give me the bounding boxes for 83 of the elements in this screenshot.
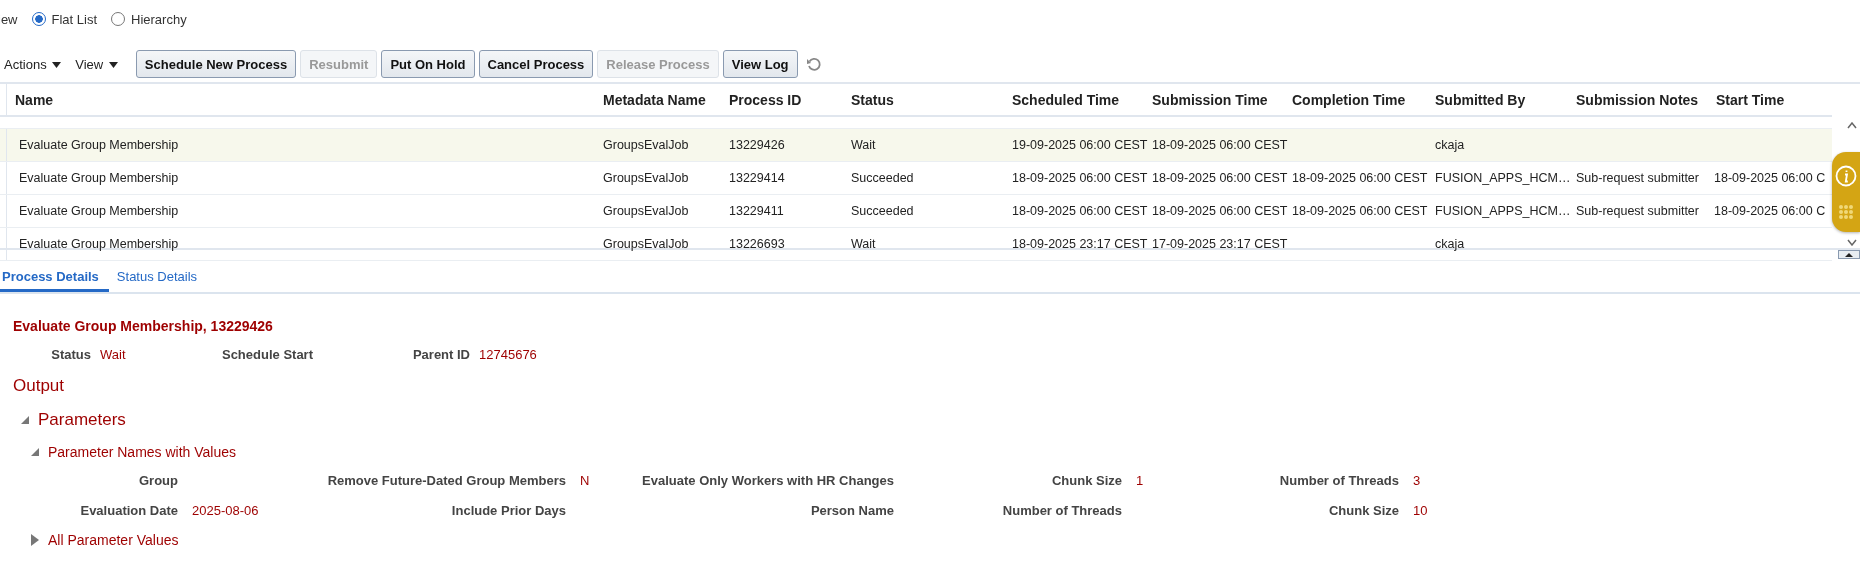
table-cell: 13229414	[729, 171, 785, 185]
table-row[interactable]: Evaluate Group Membership GroupsEvalJob 13226693 Wait 18-09-2025 23:17 CEST 17-09-2025 23:17 CEST ckaja	[0, 228, 1832, 261]
table-cell: FUSION_APPS_HCM…	[1435, 171, 1571, 185]
column-header[interactable]: Submitted By	[1427, 91, 1568, 108]
table-cell: Succeeded	[851, 171, 914, 185]
table-cell: 13226693	[729, 237, 785, 251]
parameter-label: Chunk Size	[1327, 503, 1399, 518]
table-cell: Sub-request submitter	[1576, 204, 1699, 218]
toolbar-button[interactable]: View Log	[722, 50, 798, 78]
table-cell: GroupsEvalJob	[603, 204, 689, 218]
table-cell: 18-09-2025 06:00 CEST	[1152, 138, 1288, 152]
parameter-value: 3	[1413, 473, 1421, 488]
table-cell: Succeeded	[851, 204, 914, 218]
parameter-label: Chunk Size	[1050, 473, 1122, 488]
table-cell: Sub-request submitter	[1576, 171, 1699, 185]
table-cell: 13229426	[729, 138, 785, 152]
parameter-value: 1	[1136, 473, 1144, 488]
table-cell: Evaluate Group Membership	[19, 204, 179, 218]
table-row[interactable]: Evaluate Group Membership GroupsEvalJob 13229426 Wait 19-09-2025 06:00 CEST 18-09-2025 06:00 CEST ckaja	[0, 129, 1832, 162]
parameter-label: Group	[138, 473, 178, 488]
table-row[interactable]: Evaluate Group Membership GroupsEvalJob 13229414 Succeeded 18-09-2025 06:00 CEST 18-09-2025 06:00 CEST 18-09-2025 06:00 CEST FUSION_APPS_HCM… Sub-request submitter 18-09-2025 06:00 C	[0, 162, 1832, 195]
table-cell: 17-09-2025 23:17 CEST	[1152, 237, 1288, 251]
field-value: 12745676	[479, 347, 537, 362]
section-heading: Output	[13, 376, 66, 396]
table-cell: 13229411	[729, 204, 784, 218]
parameter-value: 10	[1413, 503, 1428, 518]
table-row[interactable]: Evaluate Group Membership GroupsEvalJob 13229411 Succeeded 18-09-2025 06:00 CEST 18-09-2025 06:00 CEST 18-09-2025 06:00 CEST FUSION_APPS_HCM… Sub-request submitter 18-09-2025 06:00 C	[0, 195, 1832, 228]
parameter-label: Include Prior Days	[450, 503, 566, 518]
table-cell: 18-09-2025 06:00 C	[1714, 204, 1826, 218]
tab[interactable]: Process Details	[0, 263, 109, 292]
section-heading[interactable]: Parameters	[38, 410, 126, 430]
table-cell: 18-09-2025 06:00 CEST	[1012, 204, 1148, 218]
table-cell: 18-09-2025 06:00 CEST	[1292, 171, 1428, 185]
parameter-label: Number of Threads	[1001, 503, 1122, 518]
toolbar-button[interactable]: Cancel Process	[478, 50, 594, 78]
table-cell: FUSION_APPS_HCM…	[1435, 204, 1571, 218]
toolbar-button[interactable]: Put On Hold	[381, 50, 475, 78]
table-cell: ckaja	[1435, 138, 1465, 152]
table-cell: 18-09-2025 06:00 CEST	[1152, 171, 1288, 185]
parameter-label: Person Name	[809, 503, 894, 518]
column-header[interactable]: Start Time	[1708, 91, 1822, 108]
table-cell: 18-09-2025 06:00 CEST	[1012, 171, 1148, 185]
table-cell: 18-09-2025 06:00 CEST	[1292, 204, 1428, 218]
table-cell: Wait	[851, 237, 876, 251]
table-cell: 19-09-2025 06:00 CEST	[1012, 138, 1148, 152]
table-cell: GroupsEvalJob	[603, 138, 689, 152]
toolbar-button[interactable]: Schedule New Process	[135, 50, 297, 78]
column-header[interactable]: Submission Time	[1144, 91, 1284, 108]
field-label: Status	[50, 347, 91, 362]
subsection-heading[interactable]: All Parameter Values	[48, 532, 179, 548]
table-cell: 18-09-2025 06:00 CEST	[1152, 204, 1288, 218]
radio-button[interactable]: Flat List	[31, 11, 98, 27]
parameter-value: N	[580, 473, 590, 488]
table-cell: Evaluate Group Membership	[19, 171, 179, 185]
table-cell: Evaluate Group Membership	[19, 138, 179, 152]
column-header[interactable]: Status	[843, 91, 1004, 108]
field-label: Parent ID	[411, 347, 470, 362]
table-cell: 18-09-2025 23:17 CEST	[1012, 237, 1148, 251]
table-cell: GroupsEvalJob	[603, 171, 689, 185]
column-header[interactable]: Metadata Name	[595, 91, 721, 108]
column-header[interactable]: Name	[7, 91, 595, 108]
field-label: Schedule Start	[220, 347, 313, 362]
table-cell: ckaja	[1435, 237, 1465, 251]
menu-button[interactable]: View	[75, 56, 118, 72]
field-value: Wait	[100, 347, 126, 362]
parameter-value: 2025-08-06	[192, 503, 259, 518]
column-header[interactable]: Completion Time	[1284, 91, 1427, 108]
process-title: Evaluate Group Membership, 13229426	[13, 318, 274, 334]
tab[interactable]: Status Details	[116, 263, 208, 292]
parameter-label: Evaluate Only Workers with HR Changes	[641, 473, 894, 488]
table-cell: Evaluate Group Membership	[19, 237, 179, 251]
column-header[interactable]: Submission Notes	[1568, 91, 1708, 108]
subsection-heading[interactable]: Parameter Names with Values	[48, 444, 237, 460]
menu-button[interactable]: Actions	[4, 56, 62, 72]
column-header[interactable]: Scheduled Time	[1004, 91, 1144, 108]
radio-button[interactable]: Hierarchy	[111, 11, 187, 27]
table-cell: Wait	[851, 138, 876, 152]
table-cell: GroupsEvalJob	[603, 237, 689, 251]
column-header[interactable]: Process ID	[721, 91, 843, 108]
parameter-label: Evaluation Date	[79, 503, 178, 518]
parameter-label: Remove Future-Dated Group Members	[326, 473, 566, 488]
parameter-label: Number of Threads	[1278, 473, 1399, 488]
table-cell: 18-09-2025 06:00 C	[1714, 171, 1826, 185]
